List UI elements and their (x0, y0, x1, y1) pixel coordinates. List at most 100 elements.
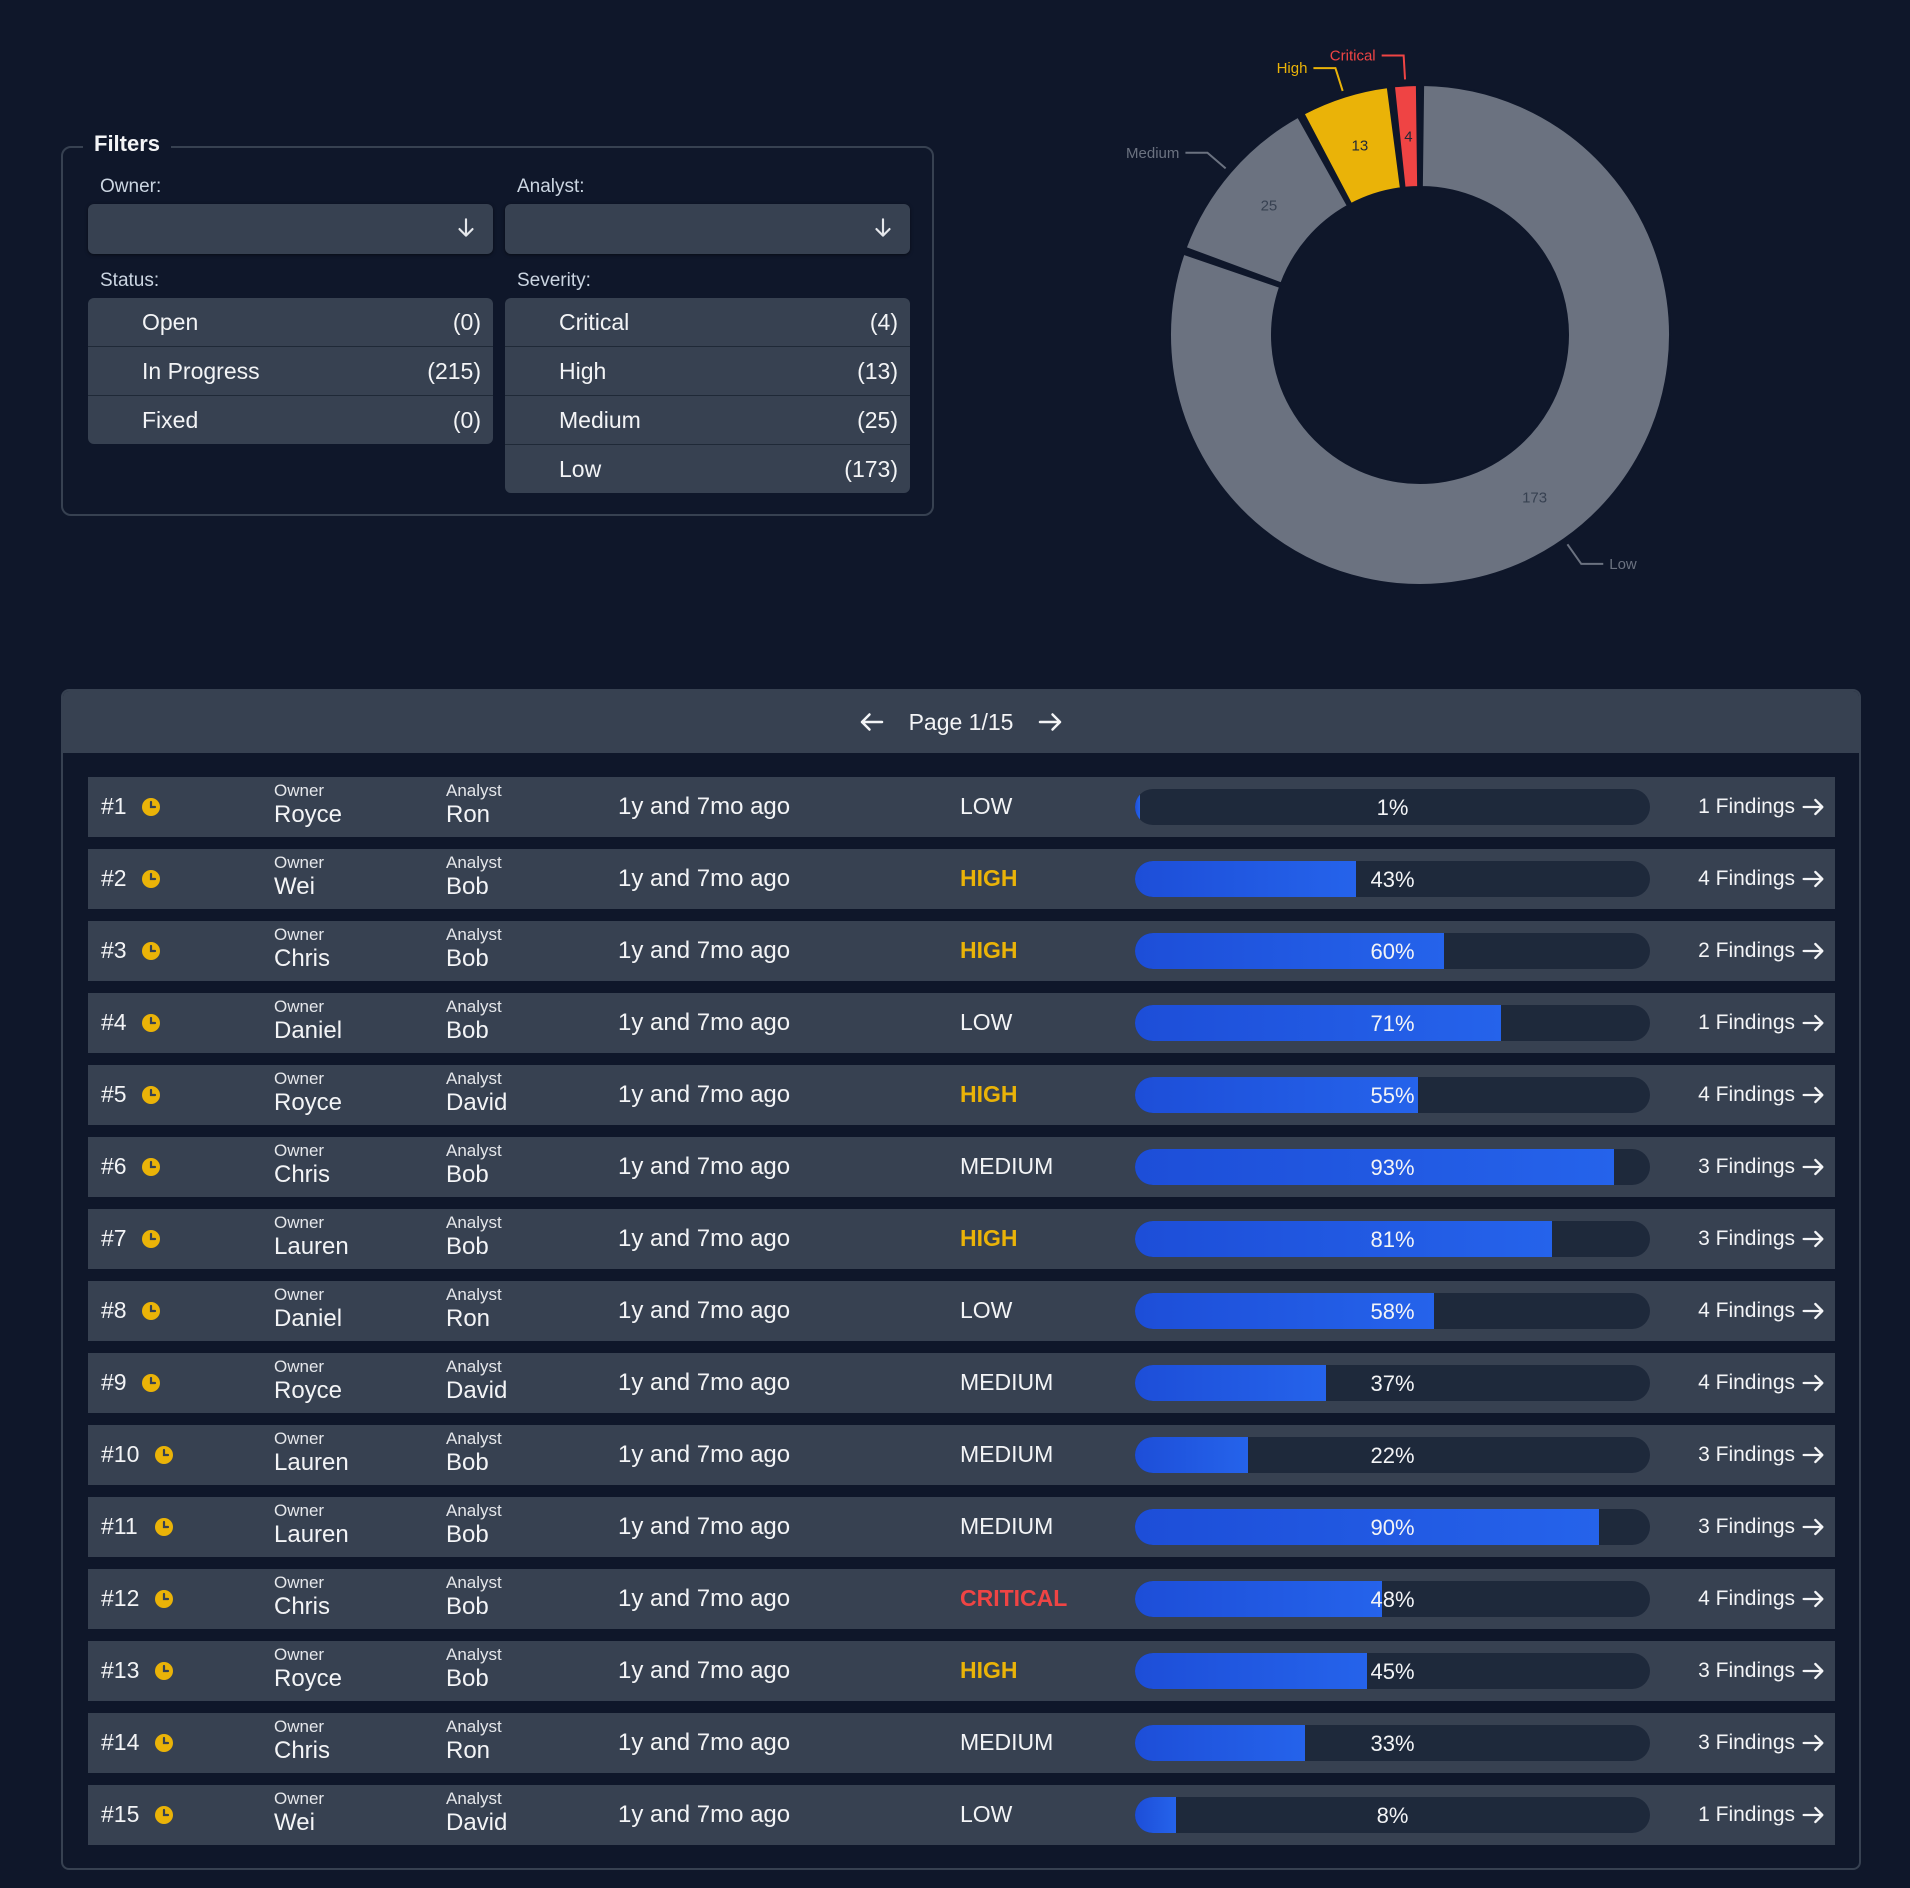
issue-row[interactable]: #7 Owner Lauren Analyst Bob 1y and 7mo a… (88, 1209, 1835, 1269)
issue-row[interactable]: #3 Owner Chris Analyst Bob 1y and 7mo ag… (88, 921, 1835, 981)
severity-option-medium[interactable]: Medium (25) (505, 396, 910, 445)
owner-cell: Owner Chris (274, 1717, 330, 1765)
issue-row[interactable]: #15 Owner Wei Analyst David 1y and 7mo a… (88, 1785, 1835, 1845)
owner-cell: Owner Chris (274, 1141, 330, 1189)
status-option-count: (0) (452, 406, 481, 433)
arrow-right-icon (1802, 798, 1824, 816)
issue-row[interactable]: #11 Owner Lauren Analyst Bob 1y and 7mo … (88, 1497, 1835, 1557)
progress-bar: 33% (1135, 1725, 1650, 1761)
progress-bar: 45% (1135, 1653, 1650, 1689)
arrow-right-icon (1039, 713, 1062, 731)
findings-link[interactable]: 3 Findings (1698, 1225, 1827, 1253)
findings-count: 2 Findings (1698, 939, 1795, 962)
owner-cell: Owner Lauren (274, 1213, 349, 1261)
issue-id: #10 (101, 1441, 140, 1467)
issue-row[interactable]: #14 Owner Chris Analyst Ron 1y and 7mo a… (88, 1713, 1835, 1773)
findings-link[interactable]: 3 Findings (1698, 1153, 1827, 1181)
progress-label: 71% (1370, 1011, 1415, 1036)
findings-link[interactable]: 4 Findings (1698, 1369, 1827, 1397)
analyst-select[interactable] (505, 204, 910, 254)
progress-bar: 71% (1135, 1005, 1650, 1041)
donut-value-label: 4 (1404, 128, 1412, 145)
progress-label: 55% (1370, 1083, 1415, 1108)
arrow-right-icon (1802, 1446, 1824, 1464)
issue-row[interactable]: #2 Owner Wei Analyst Bob 1y and 7mo ago … (88, 849, 1835, 909)
issue-row[interactable]: #1 Owner Royce Analyst Ron 1y and 7mo ag… (88, 777, 1835, 837)
findings-link[interactable]: 3 Findings (1698, 1513, 1827, 1541)
issue-row[interactable]: #4 Owner Daniel Analyst Bob 1y and 7mo a… (88, 993, 1835, 1053)
arrow-left-icon (860, 713, 883, 731)
findings-link[interactable]: 4 Findings (1698, 1297, 1827, 1325)
prev-page-button[interactable] (857, 707, 887, 737)
clock-icon (141, 941, 161, 966)
progress-label: 81% (1370, 1227, 1415, 1252)
issue-row[interactable]: #9 Owner Royce Analyst David 1y and 7mo … (88, 1353, 1835, 1413)
arrow-right-icon (1802, 1734, 1824, 1752)
donut-svg: 173 Low 25 Medium 13 High 4 Critical (1126, 47, 1671, 586)
next-page-button[interactable] (1035, 707, 1065, 737)
analyst-name: Bob (446, 1017, 489, 1044)
analyst-caption: Analyst (446, 1789, 502, 1808)
issue-age: 1y and 7mo ago (618, 1585, 791, 1612)
owner-name: Chris (274, 1161, 331, 1188)
progress-label: 22% (1370, 1443, 1415, 1468)
progress-bar: 1% (1135, 789, 1650, 825)
severity-badge: MEDIUM (960, 1441, 1054, 1467)
donut-leader-line (1381, 54, 1407, 80)
status-list: Open (0) In Progress (215) Fixed (0) (88, 298, 493, 444)
donut-leader-line (1313, 67, 1344, 92)
progress-bar: 93% (1135, 1149, 1650, 1185)
findings-link[interactable]: 3 Findings (1698, 1441, 1827, 1469)
issue-row[interactable]: #13 Owner Royce Analyst Bob 1y and 7mo a… (88, 1641, 1835, 1701)
progress-bar: 60% (1135, 933, 1650, 969)
clock-icon (141, 1229, 161, 1254)
status-option-open[interactable]: Open (0) (88, 298, 493, 347)
analyst-caption: Analyst (446, 1357, 502, 1376)
analyst-cell: Analyst David (446, 1357, 507, 1405)
progress-bar: 58% (1135, 1293, 1650, 1329)
progress-label: 60% (1370, 939, 1415, 964)
severity-option-count: (173) (844, 455, 898, 482)
issue-row[interactable]: #6 Owner Chris Analyst Bob 1y and 7mo ag… (88, 1137, 1835, 1197)
clock-icon (154, 1445, 174, 1470)
severity-badge: HIGH (960, 865, 1018, 891)
owner-cell: Owner Lauren (274, 1501, 349, 1549)
findings-link[interactable]: 1 Findings (1698, 1801, 1827, 1829)
findings-link[interactable]: 3 Findings (1698, 1729, 1827, 1757)
severity-option-critical[interactable]: Critical (4) (505, 298, 910, 347)
severity-option-count: (25) (857, 406, 898, 433)
analyst-name: David (446, 1377, 508, 1404)
issue-age: 1y and 7mo ago (618, 1513, 791, 1540)
issue-row[interactable]: #10 Owner Lauren Analyst Bob 1y and 7mo … (88, 1425, 1835, 1485)
owner-caption: Owner (274, 1429, 325, 1448)
findings-link[interactable]: 4 Findings (1698, 1081, 1827, 1109)
status-option-fixed[interactable]: Fixed (0) (88, 396, 493, 444)
findings-link[interactable]: 4 Findings (1698, 1585, 1827, 1613)
issue-id: #4 (101, 1009, 127, 1035)
status-option-label: In Progress (142, 357, 260, 384)
status-option-in-progress[interactable]: In Progress (215) (88, 347, 493, 396)
issue-row[interactable]: #12 Owner Chris Analyst Bob 1y and 7mo a… (88, 1569, 1835, 1629)
severity-option-high[interactable]: High (13) (505, 347, 910, 396)
findings-count: 4 Findings (1698, 1299, 1795, 1322)
analyst-caption: Analyst (446, 781, 502, 800)
severity-badge: MEDIUM (960, 1729, 1054, 1755)
findings-link[interactable]: 1 Findings (1698, 793, 1827, 821)
analyst-cell: Analyst Bob (446, 997, 502, 1045)
findings-link[interactable]: 2 Findings (1698, 937, 1827, 965)
findings-link[interactable]: 4 Findings (1698, 865, 1827, 893)
issue-row[interactable]: #5 Owner Royce Analyst David 1y and 7mo … (88, 1065, 1835, 1125)
findings-link[interactable]: 1 Findings (1698, 1009, 1827, 1037)
analyst-caption: Analyst (446, 1573, 502, 1592)
issue-age: 1y and 7mo ago (618, 1657, 791, 1684)
severity-option-low[interactable]: Low (173) (505, 445, 910, 493)
progress-label: 48% (1370, 1587, 1415, 1612)
filters-title: Filters (83, 131, 172, 157)
severity-badge: HIGH (960, 1081, 1018, 1107)
owner-caption: Owner (274, 1789, 325, 1808)
owner-caption: Owner (274, 1717, 325, 1736)
findings-link[interactable]: 3 Findings (1698, 1657, 1827, 1685)
issue-age: 1y and 7mo ago (618, 937, 791, 964)
issue-row[interactable]: #8 Owner Daniel Analyst Ron 1y and 7mo a… (88, 1281, 1835, 1341)
owner-select[interactable] (88, 204, 493, 254)
